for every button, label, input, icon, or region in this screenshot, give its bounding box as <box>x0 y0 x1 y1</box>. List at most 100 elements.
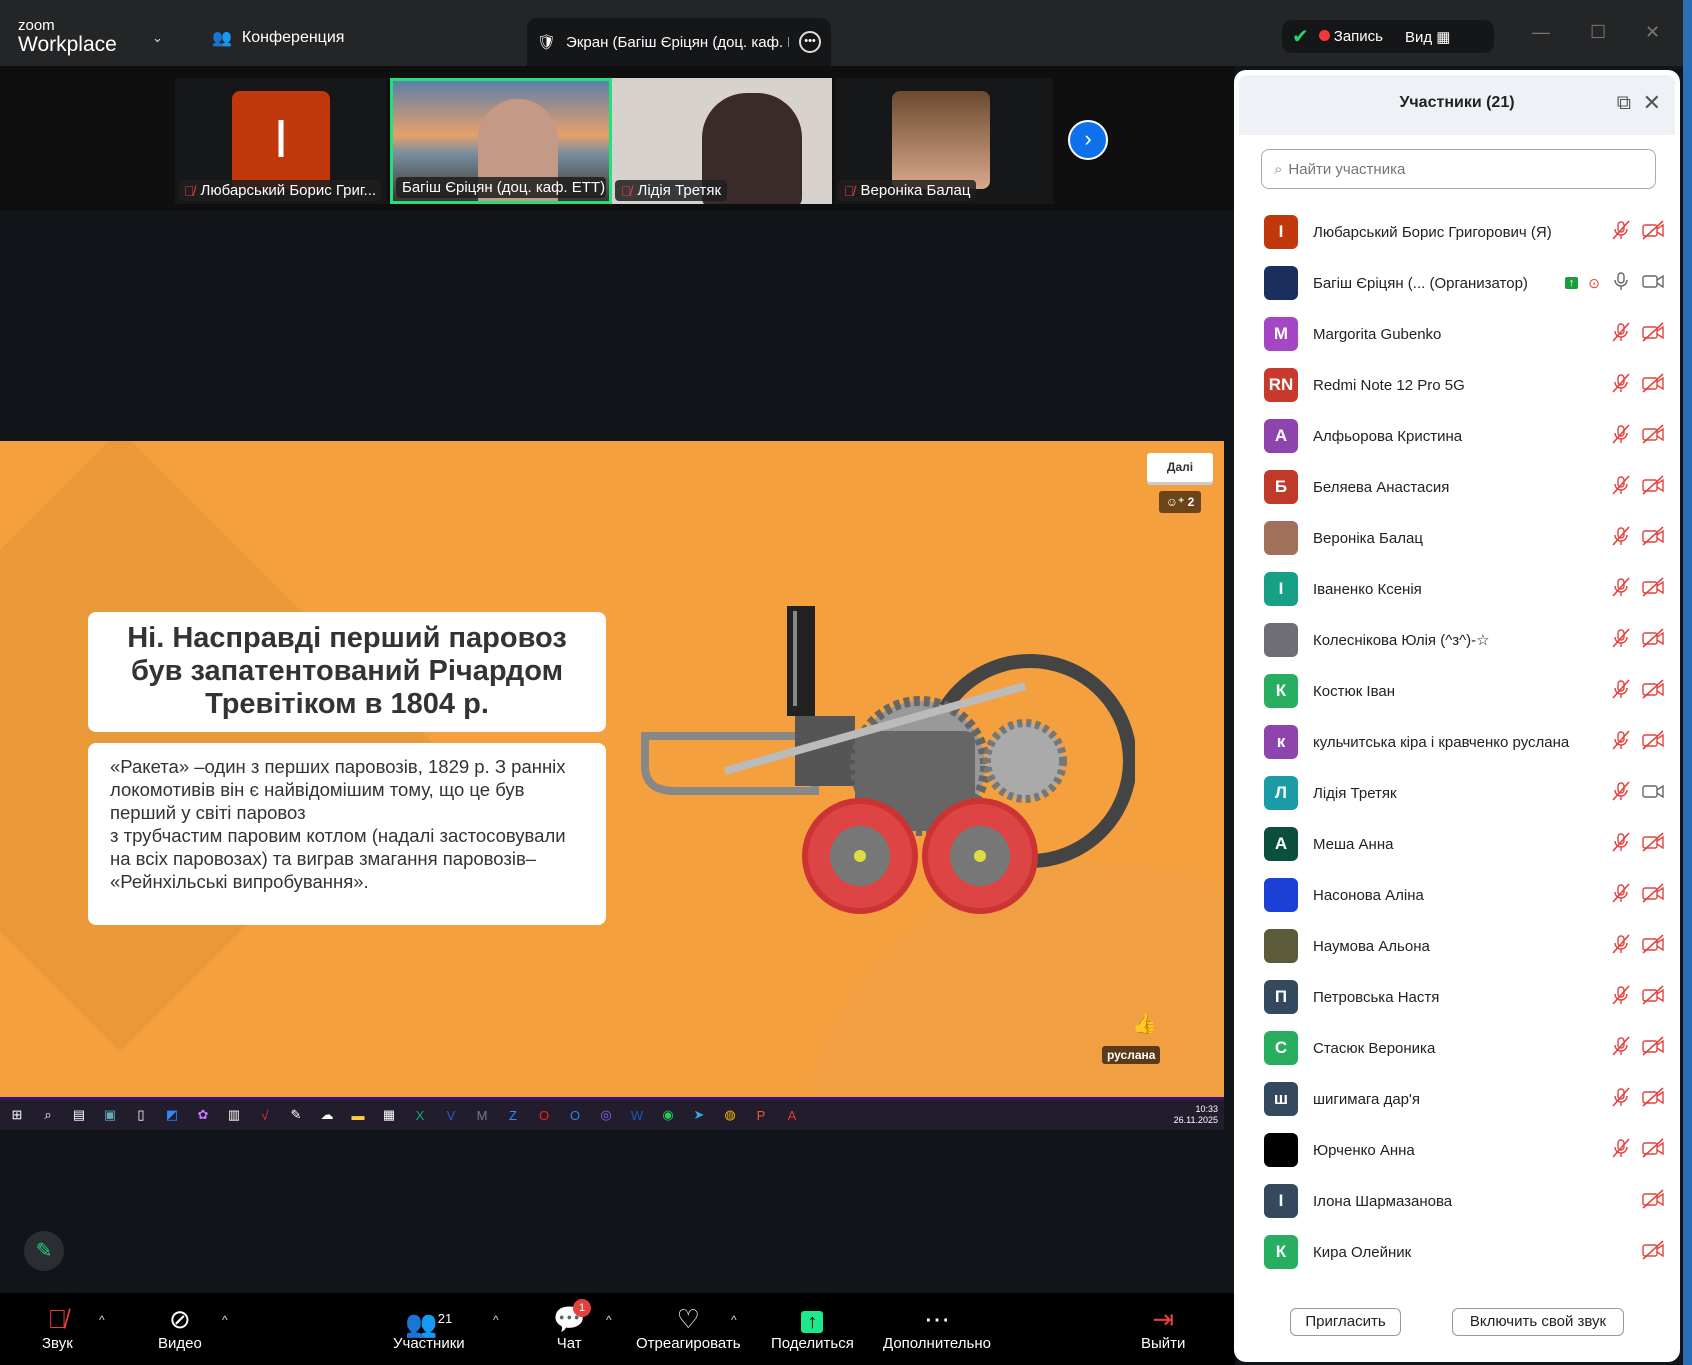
participant-row[interactable]: К Кира Олейник <box>1264 1231 1664 1273</box>
participant-row[interactable]: M Margorita Gubenko <box>1264 313 1664 355</box>
calculator-icon[interactable]: ▦ <box>380 1107 398 1123</box>
video-off-icon[interactable] <box>1642 1137 1664 1163</box>
mic-muted-icon[interactable] <box>1610 525 1632 551</box>
participant-row[interactable]: П Петровська Настя <box>1264 976 1664 1018</box>
mic-muted-icon[interactable] <box>1610 933 1632 959</box>
participant-row[interactable]: С Стасюк Вероника <box>1264 1027 1664 1069</box>
app-icon[interactable]: ▯ <box>132 1107 150 1123</box>
opera-icon[interactable]: O <box>535 1108 553 1123</box>
app-icon[interactable]: M <box>473 1108 491 1123</box>
participants-button[interactable]: 👥21 Участники <box>393 1303 465 1352</box>
powerpoint-icon[interactable]: P <box>752 1108 770 1123</box>
maximize-button[interactable]: ☐ <box>1590 22 1606 43</box>
whatsapp-icon[interactable]: ◉ <box>659 1107 677 1123</box>
participant-row[interactable]: А Меша Анна <box>1264 823 1664 865</box>
participant-row[interactable]: Б Беляева Анастасия <box>1264 466 1664 508</box>
video-options-caret[interactable]: ^ <box>222 1313 228 1327</box>
participant-row[interactable]: І Ілона Шармазанова <box>1264 1180 1664 1222</box>
view-button[interactable]: Вид ▦ <box>1405 28 1451 46</box>
audio-options-caret[interactable]: ^ <box>99 1313 105 1327</box>
mic-muted-icon[interactable] <box>1610 678 1632 704</box>
invite-button[interactable]: Пригласить <box>1290 1308 1401 1336</box>
participant-row[interactable]: І Любарський Борис Григорович (Я) <box>1264 211 1664 253</box>
video-button[interactable]: ⊘ Видео <box>158 1303 202 1352</box>
participant-row[interactable]: к кульчитська кіра і кравченко руслана <box>1264 721 1664 763</box>
shield-check-icon[interactable]: ✔ <box>1292 24 1309 49</box>
mic-muted-icon[interactable] <box>1610 1137 1632 1163</box>
task-view-icon[interactable]: ▤ <box>70 1107 88 1123</box>
participant-search[interactable]: ⌕ <box>1261 149 1656 189</box>
close-panel-icon[interactable]: ✕ <box>1643 75 1661 131</box>
participant-row[interactable]: Багіш Єріцян (... (Организатор) ↑ ⊙ <box>1264 262 1664 304</box>
video-off-icon[interactable] <box>1642 1188 1664 1214</box>
mic-muted-icon[interactable] <box>1610 729 1632 755</box>
participant-row[interactable]: Вероніка Балац <box>1264 517 1664 559</box>
next-slide-button[interactable]: Далі <box>1147 453 1213 482</box>
app-icon[interactable]: ◩ <box>163 1107 181 1123</box>
minimize-button[interactable]: — <box>1532 22 1550 43</box>
app-icon[interactable]: √ <box>256 1108 274 1123</box>
audio-button[interactable]: 🎙̸ Звук <box>42 1303 73 1352</box>
video-off-icon[interactable] <box>1642 933 1664 959</box>
chevron-down-icon[interactable]: ⌄ <box>152 30 163 46</box>
participant-row[interactable]: А Алфьорова Кристина <box>1264 415 1664 457</box>
participants-options-caret[interactable]: ^ <box>493 1313 499 1327</box>
mic-muted-icon[interactable] <box>1610 882 1632 908</box>
video-tile-active-speaker[interactable]: Багіш Єріцян (доц. каф. ЕТТ) <box>390 78 612 204</box>
video-tile[interactable]: 🎙̸ Вероніка Балац <box>835 78 1053 204</box>
video-off-icon[interactable] <box>1642 321 1664 347</box>
annotate-pencil-button[interactable]: ✎ <box>24 1231 64 1271</box>
mic-muted-icon[interactable] <box>1610 576 1632 602</box>
system-clock[interactable]: 10:33 26.11.2025 <box>1174 1104 1218 1126</box>
mic-muted-icon[interactable] <box>1610 321 1632 347</box>
next-page-button[interactable]: › <box>1068 120 1108 160</box>
video-icon[interactable] <box>1642 271 1664 296</box>
zoom-icon[interactable]: Z <box>504 1108 522 1123</box>
mic-muted-icon[interactable] <box>1610 831 1632 857</box>
video-off-icon[interactable] <box>1642 984 1664 1010</box>
mic-icon[interactable] <box>1610 271 1632 296</box>
video-off-icon[interactable] <box>1642 831 1664 857</box>
react-button[interactable]: ♡ Отреагировать <box>636 1303 741 1352</box>
mic-muted-icon[interactable] <box>1610 984 1632 1010</box>
participant-row[interactable]: Колеснікова Юлія (^з^)-☆ <box>1264 619 1664 661</box>
pop-out-icon[interactable]: ⧉ <box>1617 75 1631 131</box>
participant-row[interactable]: Л Лідія Третяк <box>1264 772 1664 814</box>
app-icon[interactable]: ▣ <box>101 1107 119 1123</box>
close-window-button[interactable]: ✕ <box>1645 22 1660 43</box>
video-off-icon[interactable] <box>1642 525 1664 551</box>
reaction-counter[interactable]: ☺⁺ 2 <box>1159 491 1201 513</box>
chrome-icon[interactable]: ◍ <box>721 1107 739 1123</box>
mic-muted-icon[interactable] <box>1610 474 1632 500</box>
video-tile[interactable]: І 🎙̸ Любарський Борис Григ... <box>175 78 387 204</box>
app-icon[interactable]: ▥ <box>225 1107 243 1123</box>
pdf-icon[interactable]: A <box>783 1108 801 1123</box>
video-off-icon[interactable] <box>1642 882 1664 908</box>
app-icon[interactable]: ☁ <box>318 1107 336 1123</box>
participant-row[interactable]: К Костюк Іван <box>1264 670 1664 712</box>
unmute-self-button[interactable]: Включить свой звук <box>1452 1308 1624 1336</box>
app-icon[interactable]: ✎ <box>287 1107 305 1123</box>
viber-icon[interactable]: ◎ <box>597 1107 615 1123</box>
participant-row[interactable]: Наумова Альона <box>1264 925 1664 967</box>
more-options-icon[interactable]: ••• <box>799 31 821 53</box>
video-icon[interactable] <box>1642 781 1664 806</box>
video-off-icon[interactable] <box>1642 1035 1664 1061</box>
mic-muted-icon[interactable] <box>1610 780 1632 806</box>
search-icon[interactable]: ⌕ <box>39 1107 57 1123</box>
chat-options-caret[interactable]: ^ <box>606 1313 612 1327</box>
video-off-icon[interactable] <box>1642 474 1664 500</box>
more-button[interactable]: ⋯ Дополнительно <box>883 1303 991 1352</box>
excel-icon[interactable]: X <box>411 1108 429 1123</box>
copilot-icon[interactable]: ✿ <box>194 1107 212 1123</box>
video-off-icon[interactable] <box>1642 423 1664 449</box>
react-options-caret[interactable]: ^ <box>731 1313 737 1327</box>
word-icon[interactable]: W <box>628 1108 646 1123</box>
mic-muted-icon[interactable] <box>1610 1035 1632 1061</box>
video-off-icon[interactable] <box>1642 576 1664 602</box>
visio-icon[interactable]: V <box>442 1108 460 1123</box>
mic-muted-icon[interactable] <box>1610 219 1632 245</box>
participant-row[interactable]: Насонова Аліна <box>1264 874 1664 916</box>
windows-start-icon[interactable]: ⊞ <box>8 1107 26 1123</box>
mic-muted-icon[interactable] <box>1610 423 1632 449</box>
